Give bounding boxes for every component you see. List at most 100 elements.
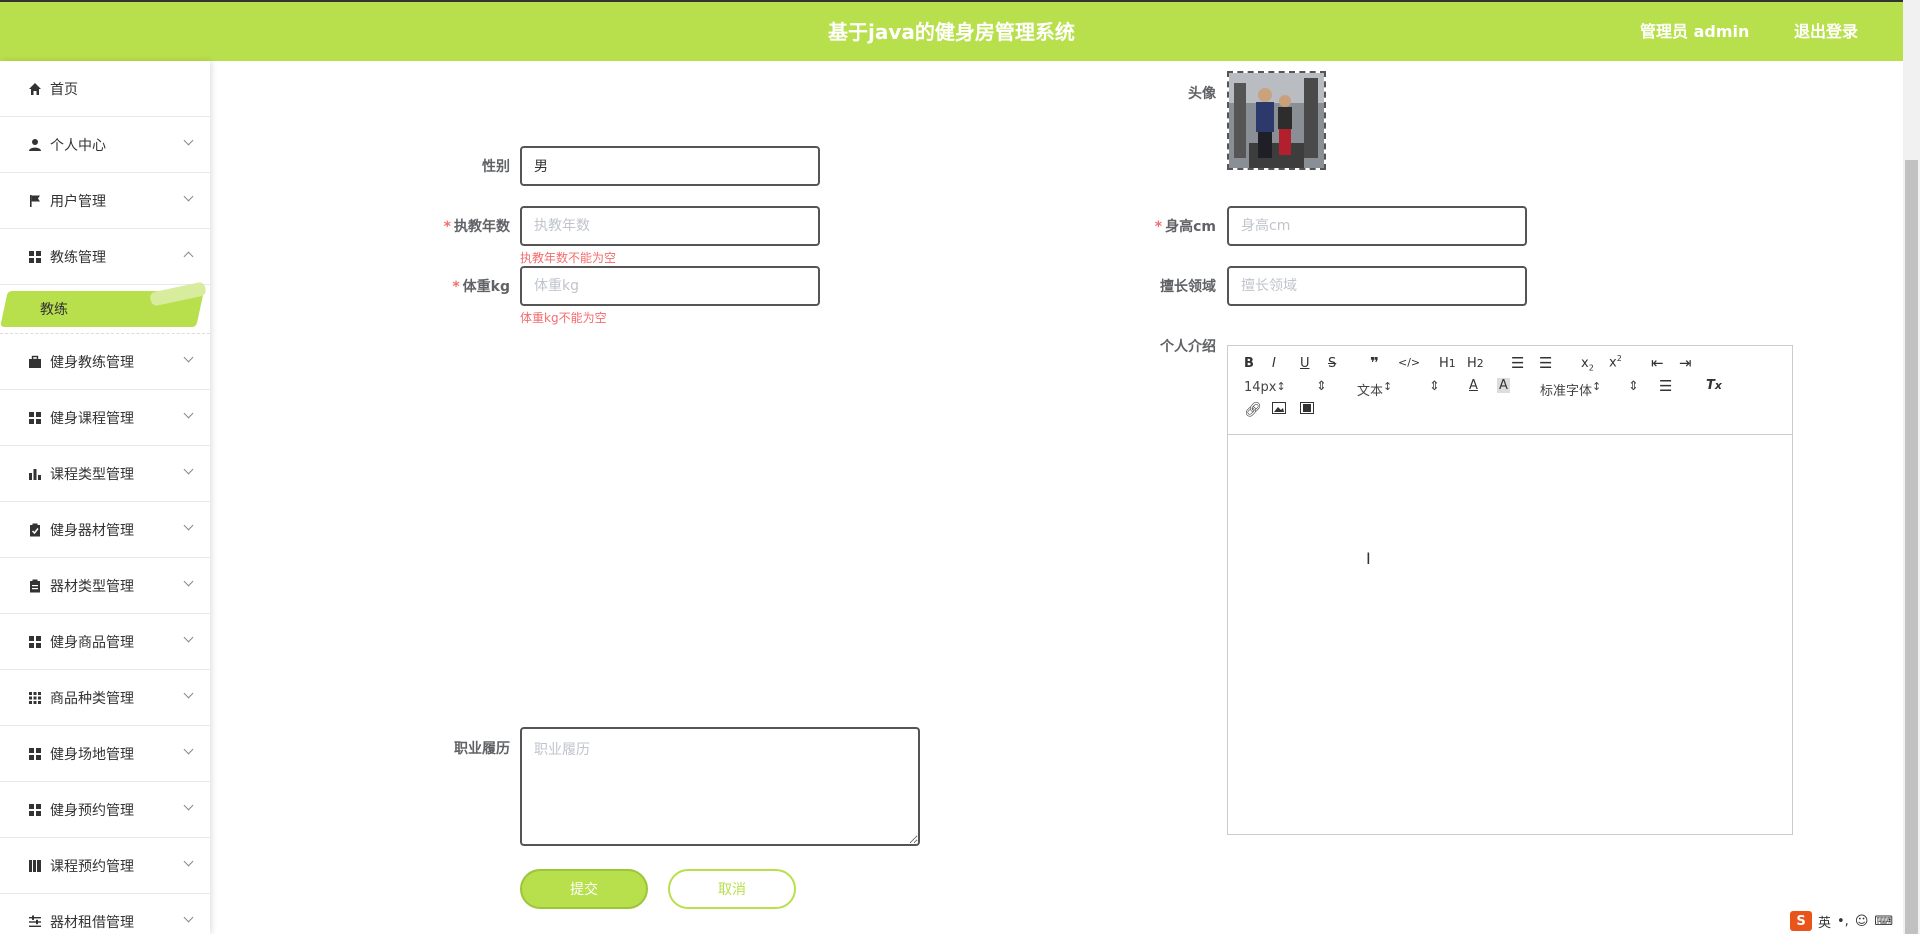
chevron-down-icon (183, 520, 194, 531)
sidebar-item-label: 课程类型管理 (50, 466, 134, 483)
cancel-button[interactable]: 取消 (668, 869, 796, 909)
chevron-down-icon (183, 744, 194, 755)
outdent-icon[interactable]: ⇤ (1651, 354, 1664, 372)
bold-button[interactable]: B (1244, 356, 1254, 371)
sidebar-item-product[interactable]: 健身商品管理 (0, 614, 210, 670)
resume-label: 职业履历 (454, 741, 510, 757)
sidebar-subitem-label: 教练 (40, 302, 68, 318)
years-field[interactable] (520, 206, 820, 246)
avatar-image[interactable] (1227, 71, 1326, 170)
heading2-button[interactable]: H2 (1467, 356, 1484, 371)
blockquote-icon[interactable]: ❞ (1370, 354, 1379, 372)
background-color-icon[interactable]: A (1497, 378, 1510, 393)
years-error: 执教年数不能为空 (520, 251, 617, 265)
ordered-list-icon[interactable]: ☰ (1511, 354, 1524, 372)
sidebar-item-label: 健身课程管理 (50, 410, 134, 427)
editor-content-area[interactable]: I (1228, 434, 1792, 834)
ime-indicator[interactable]: S 英 •, ☺ ⌨ (1790, 910, 1893, 932)
current-user: 管理员 admin (1640, 22, 1750, 41)
italic-button[interactable]: I (1272, 356, 1276, 371)
sidebar-item-label: 用户管理 (50, 193, 106, 210)
sidebar-item-fitness-booking[interactable]: 健身预约管理 (0, 782, 210, 838)
sidebar-item-venue[interactable]: 健身场地管理 (0, 726, 210, 782)
submit-button[interactable]: 提交 (520, 869, 648, 909)
user-icon (29, 138, 41, 151)
heading1-button[interactable]: H1 (1439, 356, 1456, 371)
sidebar-item-personal-center[interactable]: 个人中心 (0, 117, 210, 173)
link-icon[interactable]: 🔗︎ (1244, 402, 1262, 418)
bar-chart-icon (29, 468, 41, 480)
intro-label: 个人介绍 (1160, 339, 1216, 355)
font-family-select[interactable]: 标准字体 ⇕ (1540, 379, 1639, 399)
sidebar-item-label: 健身商品管理 (50, 634, 134, 651)
punctuation-icon: •, (1837, 913, 1849, 929)
years-label: * 执教年数 (420, 216, 510, 236)
header-select[interactable]: 文本 ⇕ (1357, 379, 1440, 399)
app-title: 基于java的健身房管理系统 (828, 20, 1075, 44)
font-size-select[interactable]: 14px ⇕ (1244, 379, 1327, 395)
sidebar-item-course[interactable]: 健身课程管理 (0, 390, 210, 446)
underline-button[interactable]: U (1300, 356, 1310, 371)
superscript-button[interactable]: x2 (1609, 354, 1622, 370)
logout-button[interactable]: 退出登录 (1794, 2, 1858, 62)
chevron-down-icon (183, 408, 194, 419)
flag-icon (30, 194, 40, 207)
indent-icon[interactable]: ⇥ (1679, 354, 1692, 372)
required-mark: * (1154, 219, 1163, 235)
sidebar-item-equipment-type[interactable]: 器材类型管理 (0, 558, 210, 614)
chevron-down-icon (183, 800, 194, 811)
sidebar-item-fitness-coach[interactable]: 健身教练管理 (0, 334, 210, 390)
sidebar-item-label: 健身教练管理 (50, 354, 134, 371)
sidebar-item-product-category[interactable]: 商品种类管理 (0, 670, 210, 726)
keyboard-icon: ⌨ (1874, 913, 1894, 929)
book-icon (29, 859, 41, 872)
editor-toolbar: B I U S ❞ </> H1 H2 ☰ ☰ x2 x2 ⇤ ⇥ 14px ⇕ … (1228, 346, 1792, 435)
sidebar-item-course-type[interactable]: 课程类型管理 (0, 446, 210, 502)
select-arrows-icon: ⇕ (1429, 379, 1440, 394)
specialty-field[interactable] (1227, 266, 1527, 306)
sidebar-item-coach-management[interactable]: 教练管理 (0, 229, 210, 285)
height-field[interactable] (1227, 206, 1527, 246)
page-scrollbar-thumb[interactable] (1905, 160, 1918, 934)
sidebar-item-user-management[interactable]: 用户管理 (0, 173, 210, 229)
gender-field[interactable] (520, 146, 820, 186)
sidebar-item-home[interactable]: 首页 (0, 61, 210, 117)
sidebar-item-label: 商品种类管理 (50, 690, 134, 707)
sidebar-item-label: 器材租借管理 (50, 914, 134, 931)
align-icon[interactable]: ☰ (1659, 377, 1672, 395)
grid-icon (29, 635, 41, 648)
clear-format-icon[interactable]: Tx (1706, 378, 1722, 393)
video-icon[interactable] (1300, 402, 1314, 418)
sidebar-item-course-booking[interactable]: 课程预约管理 (0, 838, 210, 894)
sidebar-item-equipment[interactable]: 健身器材管理 (0, 502, 210, 558)
sliders-icon (29, 915, 41, 927)
font-color-icon[interactable]: A (1469, 378, 1478, 393)
intro-editor: B I U S ❞ </> H1 H2 ☰ ☰ x2 x2 ⇤ ⇥ 14px ⇕ … (1227, 345, 1793, 835)
sidebar-subitem-coach[interactable]: 教练 (0, 281, 210, 334)
chevron-down-icon (183, 688, 194, 699)
font-family-value: 标准字体 (1540, 384, 1593, 399)
chevron-down-icon (183, 135, 194, 146)
strikethrough-button[interactable]: S (1328, 356, 1336, 371)
top-bar: 基于java的健身房管理系统 管理员 admin 退出登录 (0, 0, 1903, 61)
sidebar-item-equipment-rental[interactable]: 器材租借管理 (0, 894, 210, 934)
ime-language: 英 (1818, 915, 1832, 931)
code-icon[interactable]: </> (1398, 356, 1420, 369)
grid-icon (29, 803, 41, 816)
chevron-down-icon (183, 191, 194, 202)
text-cursor-icon: I (1366, 549, 1371, 568)
resume-field[interactable] (520, 727, 920, 846)
chevron-down-icon (183, 464, 194, 475)
years-label-text: 执教年数 (454, 219, 510, 235)
subscript-button[interactable]: x2 (1581, 356, 1594, 373)
sidebar-item-label: 首页 (50, 81, 78, 98)
grid-icon (29, 250, 41, 263)
weight-field[interactable] (520, 266, 820, 306)
sidebar-item-label: 器材类型管理 (50, 578, 134, 595)
bullet-list-icon[interactable]: ☰ (1539, 354, 1552, 372)
image-icon[interactable] (1272, 402, 1286, 418)
header-select-value: 文本 (1357, 384, 1384, 399)
weight-label-text: 体重kg (462, 279, 510, 295)
emoji-icon: ☺ (1854, 913, 1869, 929)
clipboard-check-icon (30, 523, 40, 536)
